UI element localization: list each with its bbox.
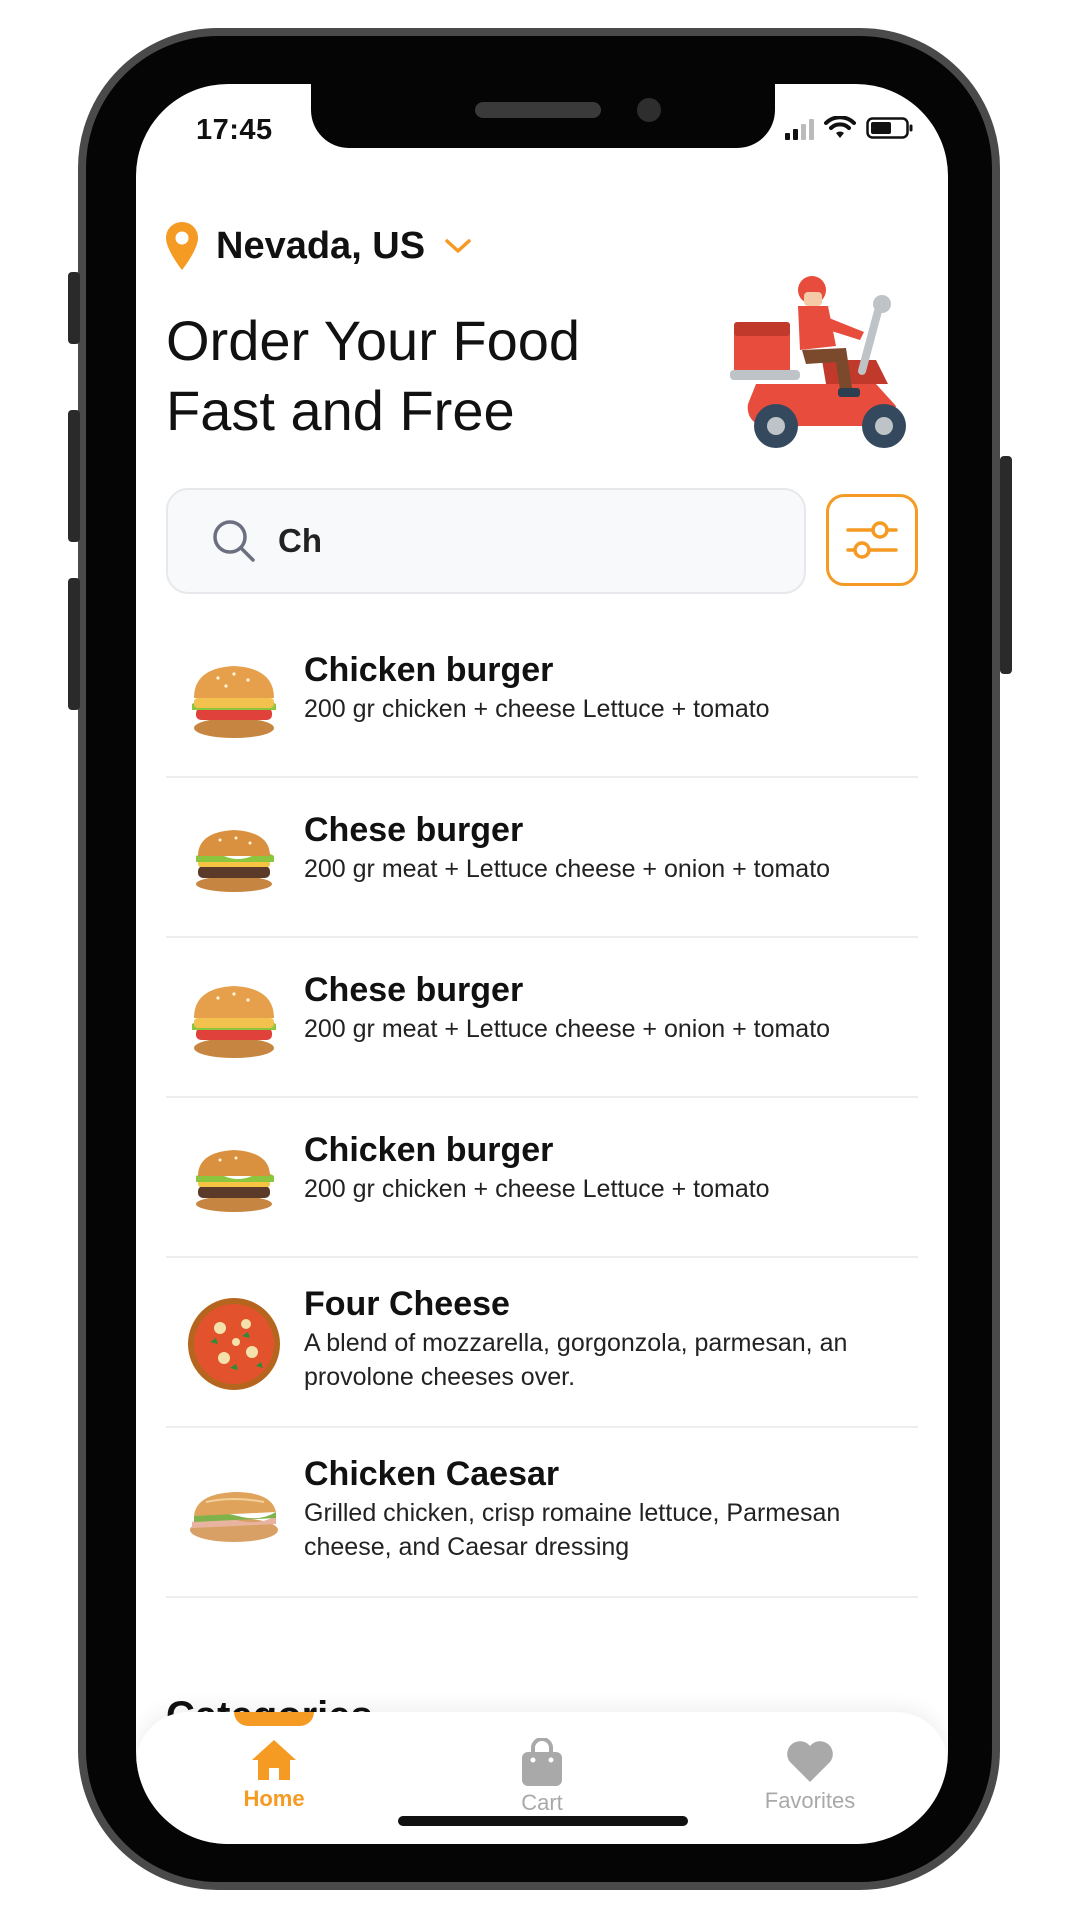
headline-line-2: Fast and Free	[166, 379, 515, 442]
speaker	[475, 102, 601, 118]
item-description: 200 gr chicken + cheese Lettuce + tomato	[304, 695, 770, 723]
silent-switch	[68, 272, 80, 344]
power-button	[1000, 456, 1012, 674]
chevron-down-icon	[445, 239, 471, 253]
item-title: Four Cheese	[304, 1285, 510, 1323]
sliders-icon	[846, 521, 898, 559]
item-title: Chicken Caesar	[304, 1455, 560, 1493]
home-icon	[252, 1740, 296, 1780]
item-title: Chese burger	[304, 811, 524, 849]
headline-line-1: Order Your Food	[166, 309, 581, 372]
item-description: 200 gr meat + Lettuce cheese + onion + t…	[304, 1015, 831, 1043]
item-description: 200 gr meat + Lettuce cheese + onion + t…	[304, 855, 831, 883]
item-title: Chicken burger	[304, 1131, 554, 1169]
location-selector[interactable]: Nevada, US	[166, 222, 473, 270]
status-icons	[785, 116, 914, 140]
list-item[interactable]: Chese burger 200 gr meat + Lettuce chees…	[166, 778, 918, 938]
tab-label: Favorites	[764, 1788, 856, 1813]
active-tab-indicator	[234, 1712, 314, 1726]
list-item[interactable]: Chese burger 200 gr meat + Lettuce chees…	[166, 938, 918, 1098]
wifi-icon	[824, 116, 856, 138]
item-title: Chese burger	[304, 971, 524, 1009]
tab-favorites[interactable]: Favorites	[730, 1738, 890, 1814]
delivery-scooter-illustration	[730, 276, 906, 448]
location-pin-icon	[166, 222, 198, 270]
cheese-burger-image	[196, 830, 274, 892]
search-results-list: Chicken burger 200 gr chicken + cheese L…	[166, 618, 918, 1598]
volume-down-button	[68, 578, 80, 710]
item-description: A blend of mozzarella, gorgonzola, parme…	[304, 1329, 848, 1391]
filter-button[interactable]	[826, 494, 918, 586]
search-bar[interactable]	[166, 488, 806, 594]
list-item[interactable]: Four Cheese A blend of mozzarella, gorgo…	[166, 1258, 918, 1428]
tab-cart[interactable]: Cart	[462, 1738, 622, 1816]
chicken-burger-image	[192, 666, 276, 738]
search-input[interactable]	[278, 522, 758, 560]
list-item[interactable]: Chicken burger 200 gr chicken + cheese L…	[166, 1098, 918, 1258]
tab-label: Home	[243, 1786, 305, 1811]
pizza-image	[188, 1298, 280, 1390]
cellular-signal-icon	[785, 118, 814, 140]
tab-label: Cart	[521, 1790, 563, 1815]
status-time: 17:45	[196, 114, 273, 146]
list-item[interactable]: Chicken Caesar Grilled chicken, crisp ro…	[166, 1428, 918, 1598]
stage: 17:45 Nevada, US Order Your Food Fast an…	[0, 0, 1080, 1920]
item-description: 200 gr chicken + cheese Lettuce + tomato	[304, 1175, 770, 1203]
front-camera	[637, 98, 661, 122]
notch	[311, 84, 775, 148]
heart-icon	[787, 1741, 833, 1782]
sandwich-image	[190, 1492, 278, 1542]
chicken-burger-image	[192, 986, 276, 1058]
location-label: Nevada, US	[216, 224, 426, 267]
page-headline: Order Your Food Fast and Free	[166, 306, 686, 446]
volume-up-button	[68, 410, 80, 542]
app-screen: 17:45 Nevada, US Order Your Food Fast an…	[136, 84, 948, 1844]
home-indicator	[398, 1816, 688, 1826]
item-title: Chicken burger	[304, 651, 554, 689]
item-description: Grilled chicken, crisp romaine lettuce, …	[304, 1499, 841, 1561]
bag-icon	[522, 1738, 562, 1786]
battery-icon	[866, 117, 913, 139]
tab-home[interactable]: Home	[194, 1738, 354, 1812]
cheese-burger-image	[196, 1150, 274, 1212]
list-item[interactable]: Chicken burger 200 gr chicken + cheese L…	[166, 618, 918, 778]
search-icon	[213, 520, 255, 562]
